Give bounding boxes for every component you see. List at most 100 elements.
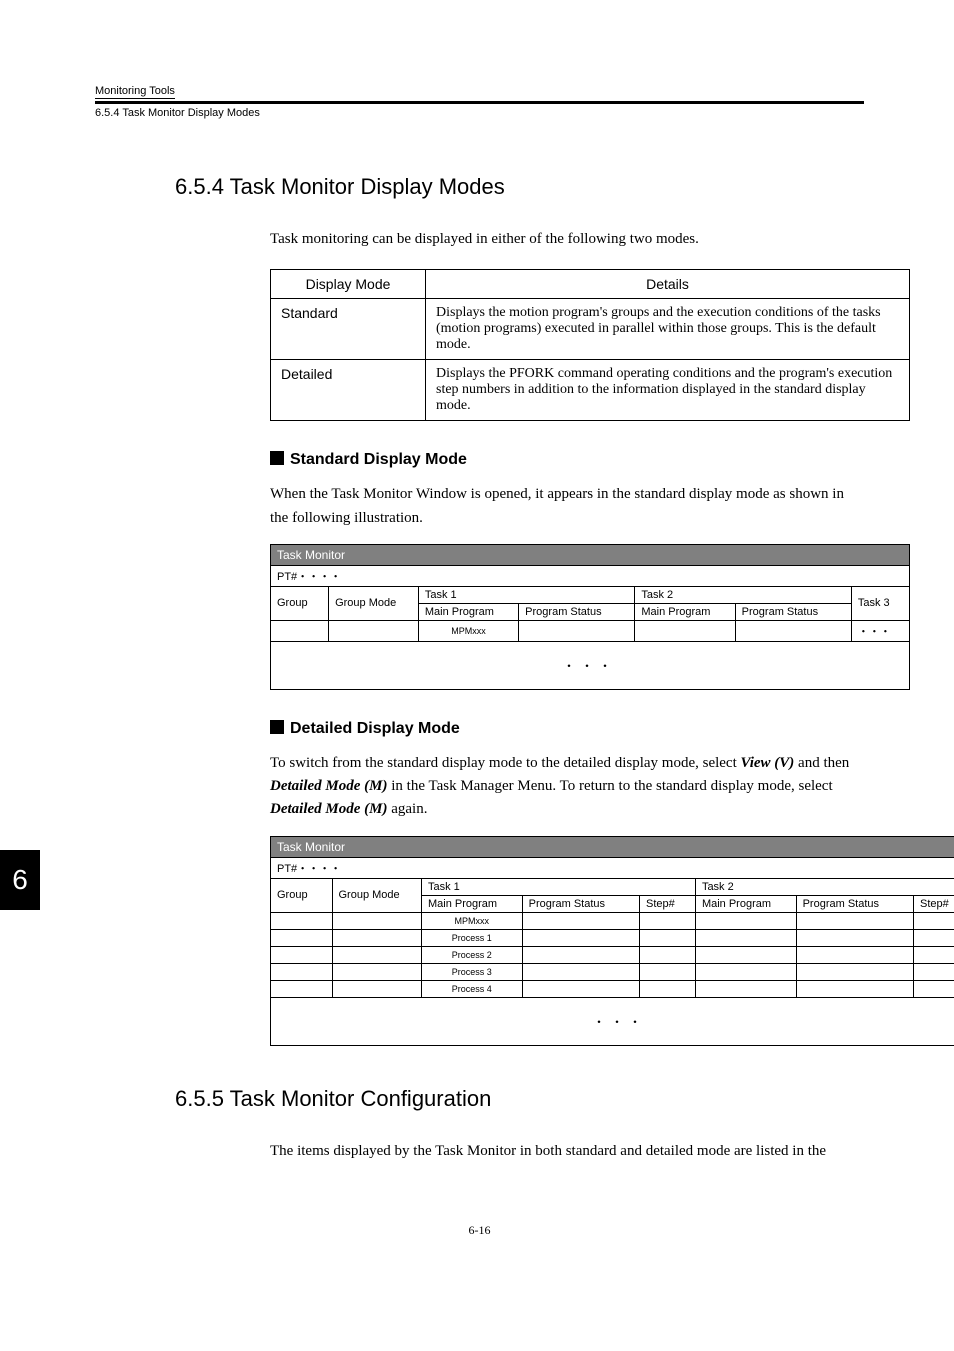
det-p2: Process 2 <box>421 946 522 963</box>
det-empty <box>332 912 421 929</box>
dm-head-details: Details <box>426 270 910 299</box>
header-sublabel: 6.5.4 Task Monitor Display Modes <box>95 107 864 119</box>
std-empty <box>329 620 419 641</box>
dm-row0-details: Displays the motion program's groups and… <box>426 299 910 360</box>
det-empty <box>695 912 796 929</box>
std-task1: Task 1 <box>418 586 635 603</box>
det-dots-row: ・・・ <box>271 997 954 1045</box>
std-empty <box>271 620 329 641</box>
standard-task-monitor-table: Task Monitor PT#・・・・ Group Group Mode Ta… <box>270 544 910 690</box>
det-t1-mp: Main Program <box>421 895 522 912</box>
std-t2-ps: Program Status <box>735 603 851 620</box>
std-t1-mp: Main Program <box>418 603 518 620</box>
std-empty <box>519 620 635 641</box>
std-task3: Task 3 <box>851 586 909 620</box>
detailed-task-monitor-table: Task Monitor PT#・・・・ Group Group Mode Ta… <box>270 836 954 1046</box>
det-empty <box>796 946 913 963</box>
det-mid2: in the Task Manager Menu. To return to t… <box>387 778 832 794</box>
det-mode1: Detailed Mode (M) <box>270 778 387 794</box>
section-heading-655: 6.5.5 Task Monitor Configuration <box>175 1086 864 1112</box>
det-empty <box>332 980 421 997</box>
display-mode-table: Display Mode Details Standard Displays t… <box>270 269 910 421</box>
detailed-mode-heading: Detailed Display Mode <box>270 720 864 738</box>
det-empty <box>640 912 696 929</box>
det-view: View (V) <box>741 755 795 771</box>
section2-paragraph: The items displayed by the Task Monitor … <box>270 1140 854 1163</box>
det-t1-ps: Program Status <box>522 895 639 912</box>
det-task2: Task 2 <box>695 878 954 895</box>
std-titlebar: Task Monitor <box>271 544 910 565</box>
det-empty <box>522 980 639 997</box>
std-mpm: MPMxxx <box>418 620 518 641</box>
standard-mode-heading: Standard Display Mode <box>270 451 864 469</box>
det-empty <box>796 980 913 997</box>
det-empty <box>332 946 421 963</box>
det-empty <box>796 912 913 929</box>
running-title: Monitoring Tools <box>95 85 175 99</box>
det-p3: Process 3 <box>421 963 522 980</box>
std-task3-dots: ・・・ <box>851 620 909 641</box>
det-empty <box>914 929 954 946</box>
det-empty <box>640 946 696 963</box>
det-empty <box>332 963 421 980</box>
std-t1-ps: Program Status <box>519 603 635 620</box>
det-empty <box>796 929 913 946</box>
det-empty <box>640 929 696 946</box>
det-empty <box>522 929 639 946</box>
det-t2-ps: Program Status <box>796 895 913 912</box>
dm-row1-details: Displays the PFORK command operating con… <box>426 360 910 421</box>
det-mode2: Detailed Mode (M) <box>270 801 387 817</box>
det-p1: Process 1 <box>421 929 522 946</box>
det-empty <box>640 963 696 980</box>
page-number: 6-16 <box>95 1223 864 1238</box>
det-empty <box>522 912 639 929</box>
det-empty <box>695 963 796 980</box>
det-empty <box>914 912 954 929</box>
det-empty <box>271 980 333 997</box>
detailed-mode-title: Detailed Display Mode <box>290 720 460 737</box>
dm-head-mode: Display Mode <box>271 270 426 299</box>
det-empty <box>522 963 639 980</box>
standard-mode-title: Standard Display Mode <box>290 451 467 468</box>
det-empty <box>695 946 796 963</box>
det-empty <box>914 963 954 980</box>
std-empty <box>735 620 851 641</box>
section-heading-654: 6.5.4 Task Monitor Display Modes <box>175 174 864 200</box>
det-empty <box>914 980 954 997</box>
square-bullet-icon <box>270 720 284 734</box>
std-dots-row: ・・・ <box>271 641 910 689</box>
std-t2-mp: Main Program <box>635 603 735 620</box>
std-pt: PT#・・・・ <box>271 565 910 586</box>
det-empty <box>271 912 333 929</box>
det-groupmode: Group Mode <box>332 878 421 912</box>
std-groupmode: Group Mode <box>329 586 419 620</box>
det-empty <box>695 980 796 997</box>
det-p4: Process 4 <box>421 980 522 997</box>
det-empty <box>522 946 639 963</box>
det-t2-mp: Main Program <box>695 895 796 912</box>
chapter-tab: 6 <box>0 850 40 910</box>
det-titlebar: Task Monitor <box>271 836 954 857</box>
square-bullet-icon <box>270 451 284 465</box>
std-group: Group <box>271 586 329 620</box>
det-end: again. <box>387 801 427 817</box>
det-mid1: and then <box>794 755 849 771</box>
std-empty <box>635 620 735 641</box>
running-header: Monitoring Tools <box>95 85 864 99</box>
detailed-mode-paragraph: To switch from the standard display mode… <box>270 752 854 822</box>
det-pt: PT#・・・・ <box>271 857 954 878</box>
det-empty <box>695 929 796 946</box>
det-para-pre: To switch from the standard display mode… <box>270 755 741 771</box>
det-task1: Task 1 <box>421 878 695 895</box>
dm-row1-mode: Detailed <box>271 360 426 421</box>
det-t1-step: Step# <box>640 895 696 912</box>
dm-row0-mode: Standard <box>271 299 426 360</box>
std-task2: Task 2 <box>635 586 852 603</box>
det-empty <box>914 946 954 963</box>
standard-mode-paragraph: When the Task Monitor Window is opened, … <box>270 483 854 530</box>
det-mpm: MPMxxx <box>421 912 522 929</box>
det-t2-step: Step# <box>914 895 954 912</box>
header-rule <box>95 101 864 104</box>
det-empty <box>271 929 333 946</box>
det-group: Group <box>271 878 333 912</box>
